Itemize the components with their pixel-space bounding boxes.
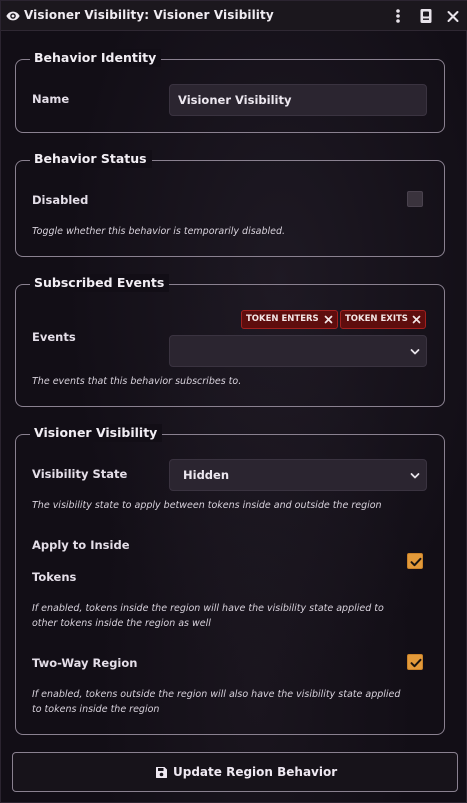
two-way-hint: If enabled, tokens outside the region wi…: [32, 689, 401, 700]
visioner-visibility-legend: Visioner Visibility: [30, 424, 163, 442]
window-titlebar[interactable]: Visioner Visibility: Visioner Visibility: [1, 1, 467, 31]
behavior-identity-group: Behavior Identity Name: [15, 49, 445, 133]
close-icon[interactable]: [445, 7, 461, 25]
remove-tag-icon[interactable]: [412, 315, 421, 324]
more-options-icon[interactable]: [390, 7, 406, 25]
two-way-checkbox[interactable]: [407, 654, 423, 670]
event-tag-label: TOKEN ENTERS: [246, 314, 319, 324]
event-tag-token-exits: TOKEN EXITS: [340, 310, 426, 329]
sheet-config-icon[interactable]: [418, 7, 434, 25]
apply-inside-hint: If enabled, tokens inside the region wil…: [32, 603, 384, 614]
region-behavior-window: Visioner Visibility: Visioner Visibility…: [0, 0, 467, 803]
save-icon: [156, 767, 167, 778]
chevron-down-icon: [410, 473, 420, 479]
apply-inside-hint-cont: other tokens inside the region as well: [32, 618, 211, 629]
visibility-state-select[interactable]: Hidden: [169, 459, 427, 491]
behavior-identity-legend: Behavior Identity: [30, 49, 162, 67]
subscribed-events-group: Subscribed Events Events The events that…: [15, 274, 445, 407]
visioner-visibility-group: Visioner Visibility Visibility State Hid…: [15, 424, 445, 735]
visibility-state-hint: The visibility state to apply between to…: [32, 500, 382, 511]
events-select[interactable]: [169, 335, 427, 367]
two-way-hint-cont: to tokens inside the region: [32, 704, 160, 715]
event-tag-label: TOKEN EXITS: [345, 314, 408, 324]
apply-inside-label: Apply to Inside: [32, 538, 130, 552]
events-hint: The events that this behavior subscribes…: [32, 376, 242, 387]
behavior-status-group: Behavior Status Disabled Toggle whether …: [15, 150, 445, 257]
update-region-behavior-label: Update Region Behavior: [173, 765, 338, 779]
check-icon: [410, 658, 422, 668]
disabled-hint: Toggle whether this behavior is temporar…: [32, 226, 286, 237]
two-way-label: Two-Way Region: [32, 656, 138, 670]
name-input[interactable]: [169, 84, 427, 116]
name-label: Name: [32, 92, 70, 106]
subscribed-events-legend: Subscribed Events: [30, 274, 170, 292]
disabled-checkbox[interactable]: [407, 191, 423, 207]
visibility-state-value: Hidden: [183, 468, 230, 482]
visibility-state-label: Visibility State: [32, 467, 128, 481]
events-label: Events: [32, 330, 76, 344]
behavior-status-legend: Behavior Status: [30, 150, 152, 168]
window-title: Visioner Visibility: Visioner Visibility: [24, 8, 274, 22]
apply-inside-label-cont: Tokens: [32, 570, 77, 584]
update-region-behavior-button[interactable]: Update Region Behavior: [12, 752, 458, 792]
eye-icon: [6, 11, 20, 21]
event-tag-token-enters: TOKEN ENTERS: [241, 310, 338, 329]
chevron-down-icon: [410, 349, 420, 355]
apply-inside-checkbox[interactable]: [407, 553, 423, 569]
disabled-label: Disabled: [32, 193, 89, 207]
check-icon: [410, 557, 422, 567]
remove-tag-icon[interactable]: [324, 315, 333, 324]
